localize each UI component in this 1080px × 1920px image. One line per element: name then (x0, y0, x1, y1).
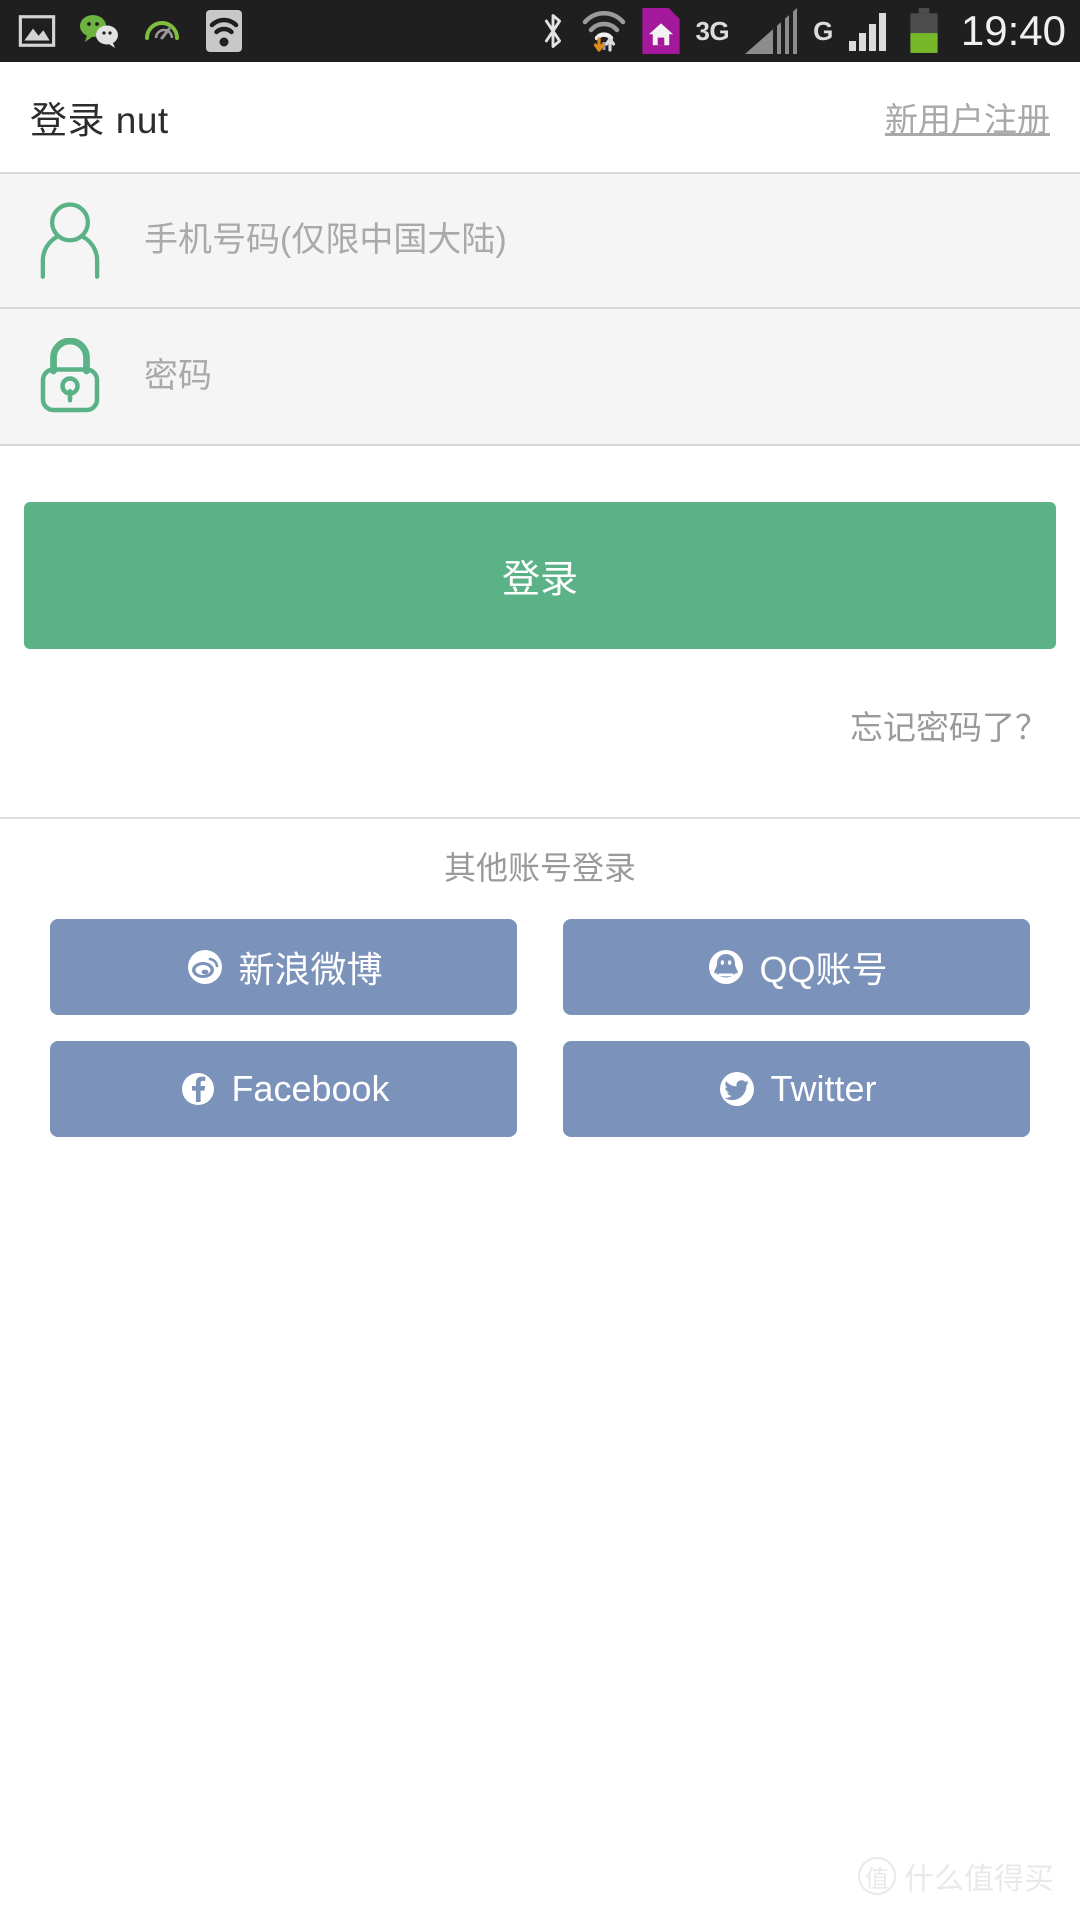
watermark: 值 什么值得买 (858, 1854, 1054, 1898)
register-link[interactable]: 新用户注册 (885, 93, 1050, 141)
person-icon (0, 201, 140, 281)
network-label-3g: 3G (695, 15, 730, 46)
signal-bars-2-icon (847, 9, 893, 53)
status-bar-clock: 19:40 (960, 7, 1066, 54)
status-bar-right-icons: 3G G 19:40 (539, 6, 1066, 56)
network-label-g: G (813, 15, 833, 46)
image-icon (18, 12, 56, 50)
watermark-badge: 值 (858, 1857, 896, 1895)
twitter-login-button[interactable]: Twitter (563, 1041, 1030, 1137)
other-login-title: 其他账号登录 (443, 850, 636, 886)
battery-icon (907, 8, 941, 54)
twitter-login-label: Twitter (770, 1068, 877, 1109)
facebook-icon (177, 1068, 219, 1110)
phone-input[interactable] (140, 174, 1080, 307)
twitter-icon (716, 1068, 758, 1110)
page-header: 登录 nut 新用户注册 (0, 62, 1080, 172)
forgot-password-link[interactable]: 忘记密码了？ (850, 709, 1048, 746)
login-form: 登录 忘记密码了？ (0, 172, 1080, 749)
status-bar-left-icons (18, 9, 244, 53)
speedometer-icon (142, 12, 182, 50)
facebook-login-button[interactable]: Facebook (50, 1041, 517, 1137)
password-field-row[interactable] (0, 309, 1080, 446)
signal-bars-icon (743, 6, 799, 56)
password-input[interactable] (140, 309, 1080, 444)
login-button[interactable]: 登录 (24, 502, 1056, 649)
social-login-grid: 新浪微博 QQ账号 Facebook Twitter (0, 889, 1080, 1137)
login-button-wrap: 登录 (0, 446, 1080, 649)
page-title: 登录 nut (30, 100, 169, 141)
wechat-icon (78, 12, 120, 50)
phone-field-row[interactable] (0, 172, 1080, 309)
weibo-icon (184, 946, 226, 988)
facebook-login-label: Facebook (231, 1068, 390, 1109)
status-bar: 3G G 19:40 (0, 0, 1080, 62)
qq-login-button[interactable]: QQ账号 (563, 919, 1030, 1015)
weibo-login-button[interactable]: 新浪微博 (50, 919, 517, 1015)
qq-icon (705, 946, 747, 988)
forgot-password-row: 忘记密码了？ (0, 649, 1080, 749)
wifi-hotspot-icon (204, 9, 244, 53)
wifi-transfer-icon (581, 9, 627, 53)
qq-login-label: QQ账号 (759, 949, 888, 990)
login-screen: 3G G 19:40 登录 nut 新用户注册 手机号码(仅限中国大陆) 登录 … (0, 0, 1080, 1920)
weibo-login-label: 新浪微博 (238, 949, 383, 990)
sim-home-icon (641, 8, 681, 54)
lock-icon (0, 337, 140, 416)
watermark-text: 什么值得买 (904, 1863, 1054, 1896)
bluetooth-icon (539, 10, 567, 52)
